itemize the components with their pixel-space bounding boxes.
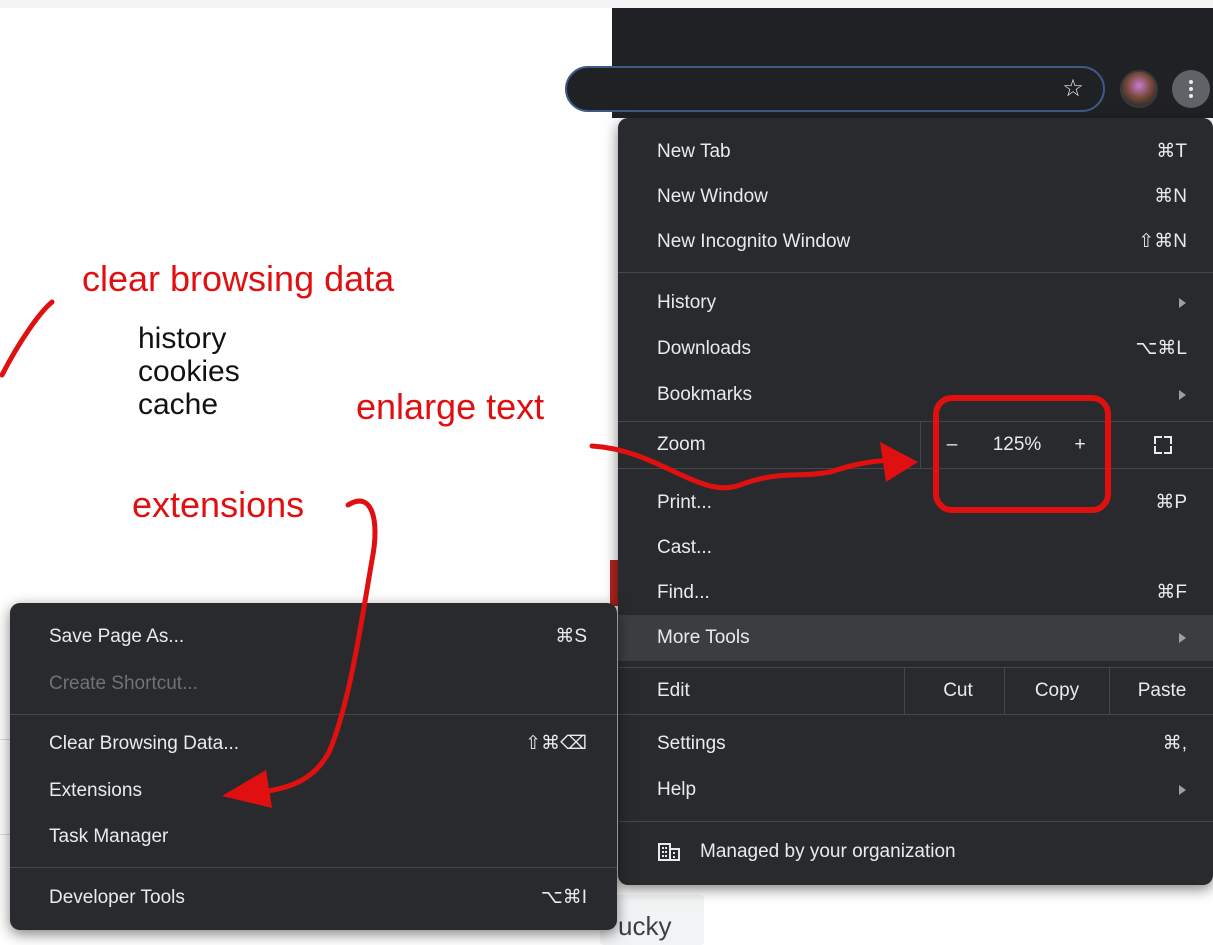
star-icon[interactable]: ☆ <box>1060 76 1086 102</box>
menu-item-new-incognito-window[interactable]: New Incognito Window ⇧⌘N <box>618 219 1213 265</box>
submenu-item-extensions[interactable]: Extensions <box>10 768 617 814</box>
menu-separator <box>618 714 1213 715</box>
address-bar[interactable] <box>565 66 1105 112</box>
shortcut: ⌥⌘L <box>1135 338 1187 359</box>
submenu-arrow-icon <box>1179 298 1186 308</box>
managed-by-organization[interactable]: Managed by your organization <box>700 829 956 875</box>
menu-item-more-tools[interactable]: More Tools <box>618 615 1213 661</box>
annotation-list: history cookies cache <box>138 322 240 421</box>
shortcut: ⌘F <box>1156 582 1187 603</box>
zoom-level: 125% <box>992 434 1042 455</box>
submenu-item-task-manager[interactable]: Task Manager <box>10 814 617 860</box>
menu-separator <box>618 821 1213 822</box>
menu-item-downloads[interactable]: Downloads ⌥⌘L <box>618 326 1213 372</box>
shortcut: ⇧⌘N <box>1138 231 1187 252</box>
menu-separator <box>10 867 617 868</box>
annotation-list-item: cookies <box>138 355 240 388</box>
more-tools-submenu: Save Page As... ⌘S Create Shortcut... Cl… <box>10 603 617 930</box>
annotation-enlarge-text: enlarge text <box>356 386 545 427</box>
shortcut: ⌘S <box>555 626 587 647</box>
menu-item-new-window[interactable]: New Window ⌘N <box>618 174 1213 220</box>
submenu-item-create-shortcut: Create Shortcut... <box>49 673 198 694</box>
edit-copy-button[interactable]: Copy <box>1004 668 1109 714</box>
submenu-item-developer-tools[interactable]: Developer Tools ⌥⌘I <box>10 875 617 921</box>
menu-item-bookmarks[interactable]: Bookmarks <box>618 372 1213 418</box>
menu-item-find[interactable]: Find... ⌘F <box>618 570 1213 616</box>
shortcut: ⌥⌘I <box>540 887 587 908</box>
chrome-main-menu: New Tab ⌘T New Window ⌘N New Incognito W… <box>618 118 1213 885</box>
page-top-strip <box>0 0 1213 8</box>
building-icon <box>658 843 680 861</box>
zoom-divider <box>920 422 921 468</box>
submenu-arrow-icon <box>1179 390 1186 400</box>
menu-separator <box>618 272 1213 273</box>
zoom-out-button[interactable]: – <box>940 422 964 468</box>
annotation-stroke-left <box>0 299 55 378</box>
edit-paste-button[interactable]: Paste <box>1109 668 1213 714</box>
page-red-element <box>610 560 618 606</box>
submenu-arrow-icon <box>1179 633 1186 643</box>
shortcut: ⌘T <box>1156 141 1187 162</box>
shortcut: ⇧⌘⌫ <box>525 733 587 754</box>
annotation-clear-browsing-data: clear browsing data <box>82 258 395 299</box>
submenu-arrow-icon <box>1179 785 1186 795</box>
shortcut: ⌘N <box>1154 186 1187 207</box>
submenu-item-clear-browsing-data[interactable]: Clear Browsing Data... ⇧⌘⌫ <box>10 721 617 767</box>
annotation-list-item: cache <box>138 388 219 421</box>
shortcut: ⌘, <box>1162 733 1187 754</box>
fullscreen-icon[interactable] <box>1154 436 1172 454</box>
zoom-in-button[interactable]: + <box>1068 422 1092 468</box>
annotation-extensions: extensions <box>132 484 305 525</box>
menu-separator <box>618 468 1213 469</box>
menu-item-print[interactable]: Print... ⌘P <box>618 480 1213 526</box>
menu-item-cast[interactable]: Cast... <box>618 525 1213 571</box>
menu-separator <box>10 714 617 715</box>
edit-cut-button[interactable]: Cut <box>904 668 1011 714</box>
menu-item-help[interactable]: Help <box>618 767 1213 813</box>
annotation-list-item: history <box>138 322 227 355</box>
menu-item-new-tab[interactable]: New Tab ⌘T <box>618 129 1213 175</box>
avatar[interactable] <box>1120 70 1158 108</box>
shortcut: ⌘P <box>1155 492 1187 513</box>
menu-item-zoom: Zoom <box>657 434 706 455</box>
menu-item-settings[interactable]: Settings ⌘, <box>618 721 1213 767</box>
kebab-menu-icon[interactable] <box>1172 70 1210 108</box>
submenu-item-save-page-as[interactable]: Save Page As... ⌘S <box>10 614 617 660</box>
menu-item-history[interactable]: History <box>618 280 1213 326</box>
